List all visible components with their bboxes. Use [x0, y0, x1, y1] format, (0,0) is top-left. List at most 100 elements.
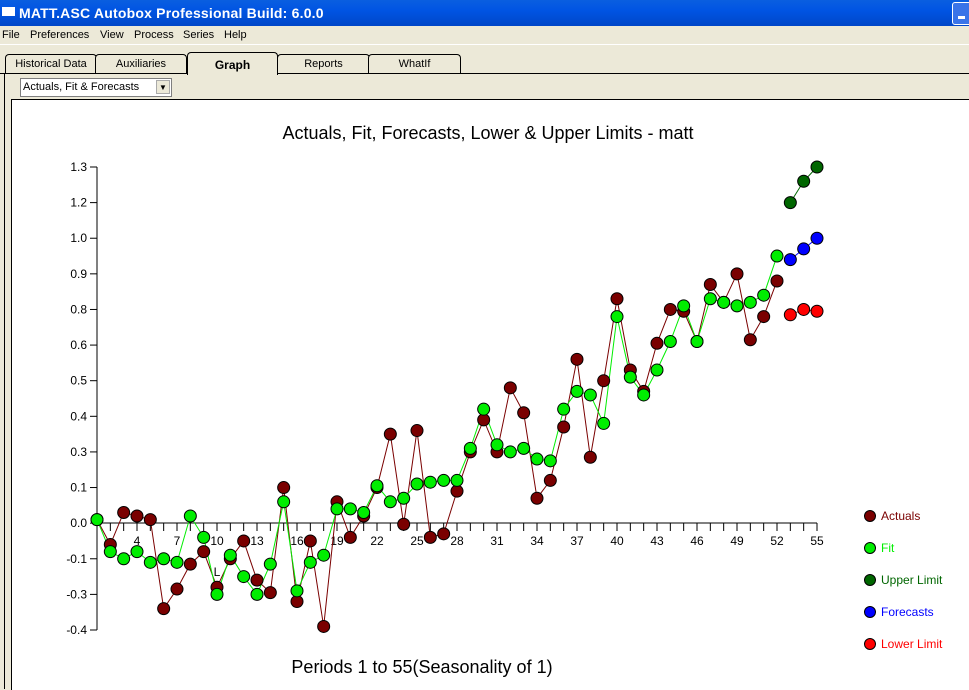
actuals-point [397, 517, 411, 531]
chart-svg: Actuals, Fit, Forecasts, Lower & Upper L… [66, 123, 943, 677]
lower-limit-point [810, 304, 824, 318]
actuals-point [410, 424, 424, 438]
fit-point [650, 363, 664, 377]
fit-point [583, 388, 597, 402]
y-tick-label: 0.0 [70, 516, 87, 530]
fit-point [383, 495, 397, 509]
forecasts-point [810, 231, 824, 245]
fit-point [490, 438, 504, 452]
fit-point [717, 295, 731, 309]
actuals-point [383, 427, 397, 441]
x-tick-label: 25 [410, 534, 424, 548]
forecasts-point [797, 242, 811, 256]
fit-point [597, 416, 611, 430]
y-tick-label: 0.6 [70, 338, 87, 352]
x-tick-label: 22 [370, 534, 384, 548]
actuals-line [96, 272, 778, 627]
x-tick-label: 13 [250, 534, 264, 548]
chart-title: Actuals, Fit, Forecasts, Lower & Upper L… [282, 123, 693, 143]
actuals-point [610, 292, 624, 306]
fit-point [290, 584, 304, 598]
upper-limit-point [810, 160, 824, 174]
upper-limit-point [797, 174, 811, 188]
actuals-point [170, 582, 184, 596]
fit-point [397, 491, 411, 505]
actuals-point [557, 420, 571, 434]
y-tick-label: -0.3 [66, 587, 87, 601]
x-tick-label: 10 [210, 534, 224, 548]
fit-point [330, 502, 344, 516]
x-tick-label: 49 [730, 534, 744, 548]
fit-point [423, 475, 437, 489]
fit-point [663, 335, 677, 349]
fit-point [743, 295, 757, 309]
actuals-point [757, 310, 771, 324]
y-tick-label: 0.9 [70, 267, 87, 281]
legend-label-actuals: Actuals [881, 509, 920, 523]
actuals-point [277, 481, 291, 495]
actuals-point [663, 302, 677, 316]
fit-point [610, 310, 624, 324]
actuals-point [703, 278, 717, 292]
y-tick-label: 0.8 [70, 302, 87, 316]
x-tick-label: 52 [770, 534, 784, 548]
fit-point [250, 587, 264, 601]
fit-point [703, 292, 717, 306]
legend-label-upper-limit: Upper Limit [881, 573, 943, 587]
y-tick-label: 1.3 [70, 160, 87, 174]
y-tick-label: 0.3 [70, 445, 87, 459]
actuals-point [530, 491, 544, 505]
actuals-point [730, 267, 744, 281]
fit-point [223, 548, 237, 562]
fit-point [503, 445, 517, 459]
legend-label-forecasts: Forecasts [881, 605, 934, 619]
x-tick-label: 37 [570, 534, 584, 548]
fit-point [757, 288, 771, 302]
fit-point [530, 452, 544, 466]
actuals-point [317, 619, 331, 633]
x-tick-label: 55 [810, 534, 824, 548]
x-tick-label: 31 [490, 534, 504, 548]
fit-point [183, 509, 197, 523]
legend-label-lower-limit: Lower Limit [881, 637, 943, 651]
fit-point [237, 570, 251, 584]
fit-point [477, 402, 491, 416]
fit-point [557, 402, 571, 416]
y-tick-label: -0.1 [66, 552, 87, 566]
fit-point [277, 495, 291, 509]
fit-point [450, 473, 464, 487]
x-tick-label: 28 [450, 534, 464, 548]
x-tick-label: 34 [530, 534, 544, 548]
fit-point [463, 441, 477, 455]
actuals-point [303, 534, 317, 548]
actuals-point [343, 530, 357, 544]
x-tick-label: 16 [290, 534, 304, 548]
fit-point [263, 557, 277, 571]
x-tick-label: 40 [610, 534, 624, 548]
fit-point [143, 555, 157, 569]
x-tick-label: 46 [690, 534, 704, 548]
actuals-point [130, 509, 144, 523]
fit-point [170, 555, 184, 569]
fit-point [317, 548, 331, 562]
actuals-point [117, 505, 131, 519]
actuals-point [583, 450, 597, 464]
tab-graph[interactable]: Graph [187, 52, 278, 75]
actuals-point [570, 352, 584, 366]
fit-point [410, 477, 424, 491]
actuals-point [770, 274, 784, 288]
actuals-point [263, 586, 277, 600]
actuals-point [143, 513, 157, 527]
actuals-point [517, 406, 531, 420]
actuals-point [437, 527, 451, 541]
fit-point [103, 545, 117, 559]
lower-limit-point [783, 308, 797, 322]
fit-point [623, 370, 637, 384]
actuals-point [157, 602, 171, 616]
fit-point [730, 299, 744, 313]
y-tick-label: 0.5 [70, 374, 87, 388]
fit-point [690, 335, 704, 349]
fit-point [130, 545, 144, 559]
y-tick-label: 1.0 [70, 231, 87, 245]
actuals-point [197, 545, 211, 559]
